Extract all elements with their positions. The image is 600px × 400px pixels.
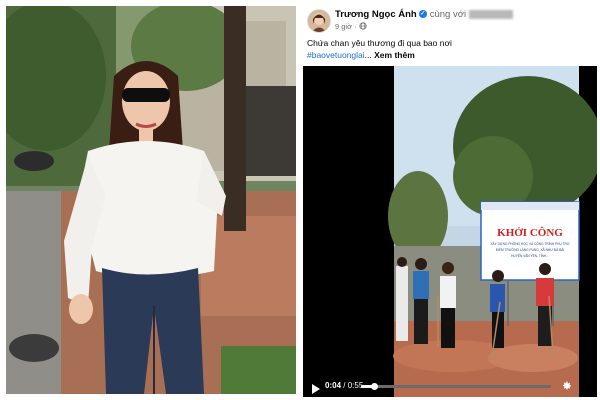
video-frame: KHỞI CÔNG XÂY DỰNG PHÒNG HỌC VÀ CÔNG TRÌ… bbox=[303, 66, 597, 397]
gear-icon[interactable] bbox=[561, 379, 573, 397]
progress-bar[interactable] bbox=[361, 383, 551, 390]
see-more-link[interactable]: Xem thêm bbox=[374, 50, 415, 60]
time-text: 9 giờ bbox=[335, 22, 353, 31]
play-icon[interactable] bbox=[311, 381, 320, 397]
dot-separator: · bbox=[354, 22, 357, 31]
author-name[interactable]: Trương Ngọc Ánh bbox=[335, 9, 417, 20]
banner-title: KHỞI CÔNG bbox=[497, 226, 563, 239]
hashtag-line: #baovetuonglai... Xem thêm bbox=[307, 50, 415, 60]
video-controls: 0:04 / 0:55 bbox=[303, 375, 597, 397]
blurred-tagged-user bbox=[469, 9, 514, 19]
photo-woman-sunglasses[interactable] bbox=[6, 6, 296, 394]
time-separator: / bbox=[343, 381, 346, 390]
globe-icon bbox=[359, 22, 367, 31]
photo-illustration bbox=[6, 6, 296, 394]
banner-line-1: XÂY DỰNG PHÒNG HỌC VÀ CÔNG TRÌNH PHỤ TRỢ bbox=[490, 241, 569, 246]
banner-line-2: ĐIỂM TRƯỜNG LÀNG PUNG, XÃ NHƯ ĐÀ BÁI bbox=[496, 247, 565, 252]
progress-knob[interactable] bbox=[371, 383, 379, 390]
post-header: Trương Ngọc Ánh ✓ cùng với 9 giờ · Chứa ch… bbox=[303, 3, 597, 63]
current-time: 0:04 bbox=[325, 381, 342, 390]
author-line: Trương Ngọc Ánh ✓ cùng với bbox=[335, 9, 514, 20]
author-avatar[interactable] bbox=[307, 9, 331, 33]
banner-line-3: HUYỆN VĂN YÊN, TỈNH... bbox=[511, 253, 549, 258]
with-label: cùng với bbox=[429, 9, 467, 20]
video-timecode: 0:04 / 0:55 bbox=[325, 381, 363, 390]
post-time[interactable]: 9 giờ · bbox=[335, 22, 367, 31]
video-player[interactable]: KHỞI CÔNG XÂY DỰNG PHÒNG HỌC VÀ CÔNG TRÌ… bbox=[303, 66, 597, 397]
avatar-image bbox=[308, 10, 330, 32]
ellipsis: ... bbox=[364, 50, 372, 60]
hashtag-link[interactable]: #baovetuonglai bbox=[307, 50, 365, 60]
facebook-post: Trương Ngọc Ánh ✓ cùng với 9 giờ · Chứa ch… bbox=[303, 3, 597, 397]
post-caption: Chứa chan yêu thương đi qua bao nơi bbox=[307, 38, 452, 48]
verified-badge-icon: ✓ bbox=[418, 10, 427, 19]
